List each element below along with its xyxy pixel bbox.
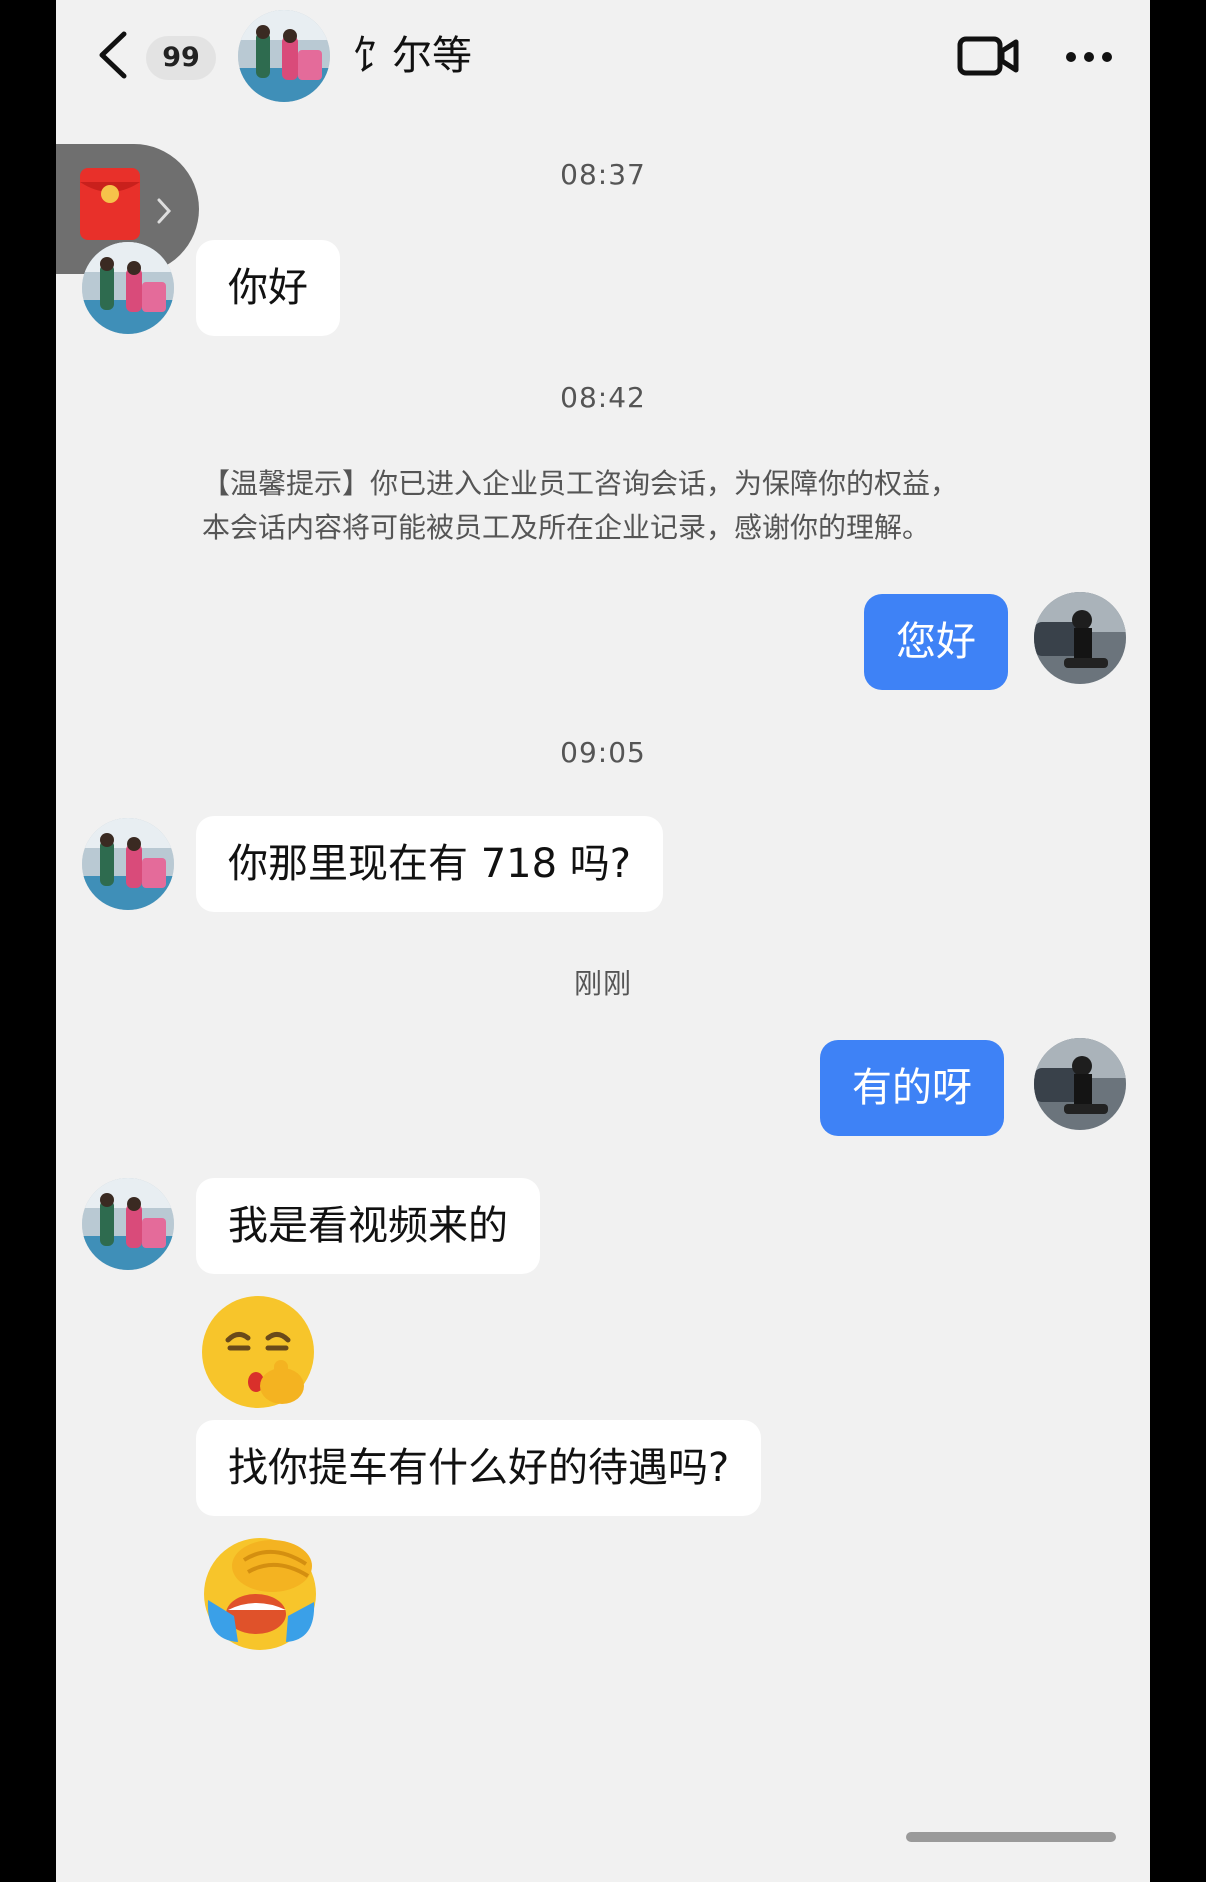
notice-line: 本会话内容将可能被员工及所在企业记录，感谢你的理解。 bbox=[202, 511, 931, 544]
back-icon[interactable] bbox=[94, 30, 134, 80]
timestamp: 08:42 bbox=[560, 381, 646, 414]
message-bubble-incoming[interactable]: 你那里现在有 718 吗? bbox=[196, 816, 664, 912]
contact-avatar[interactable] bbox=[82, 818, 174, 910]
video-call-icon[interactable] bbox=[956, 33, 1020, 79]
timestamp: 09:05 bbox=[560, 736, 646, 769]
my-avatar[interactable] bbox=[1034, 592, 1126, 684]
contact-avatar[interactable] bbox=[82, 242, 174, 334]
facepalm-laughing-crying-emoji[interactable] bbox=[198, 1530, 322, 1654]
message-bubble-incoming[interactable]: 我是看视频来的 bbox=[196, 1178, 540, 1274]
more-icon[interactable] bbox=[1064, 50, 1114, 64]
message-bubble-outgoing[interactable]: 您好 bbox=[864, 594, 1008, 690]
timestamp: 刚刚 bbox=[573, 967, 632, 1000]
chevron-right-icon bbox=[157, 198, 172, 224]
message-bubble-incoming[interactable]: 找你提车有什么好的待遇吗? bbox=[196, 1420, 762, 1516]
chat-screen: 99 饣尔等 08:37 你好 08:42 【温馨提示】你已进入企业员工咨询会话… bbox=[56, 0, 1150, 1882]
unread-count-badge[interactable]: 99 bbox=[146, 36, 216, 80]
contact-avatar[interactable] bbox=[82, 1178, 174, 1270]
message-bubble-incoming[interactable]: 你好 bbox=[196, 240, 340, 336]
my-avatar[interactable] bbox=[1034, 1038, 1126, 1130]
timestamp: 08:37 bbox=[560, 158, 646, 191]
contact-avatar[interactable] bbox=[238, 10, 330, 102]
notice-line: 【温馨提示】你已进入企业员工咨询会话，为保障你的权益， bbox=[202, 467, 959, 500]
chat-title: 饣尔等 bbox=[352, 33, 472, 79]
home-indicator[interactable] bbox=[906, 1832, 1116, 1842]
shushing-thinking-emoji[interactable] bbox=[198, 1290, 322, 1414]
message-bubble-outgoing[interactable]: 有的呀 bbox=[820, 1040, 1004, 1136]
system-notice: 【温馨提示】你已进入企业员工咨询会话，为保障你的权益， 本会话内容将可能被员工及… bbox=[202, 462, 1022, 550]
